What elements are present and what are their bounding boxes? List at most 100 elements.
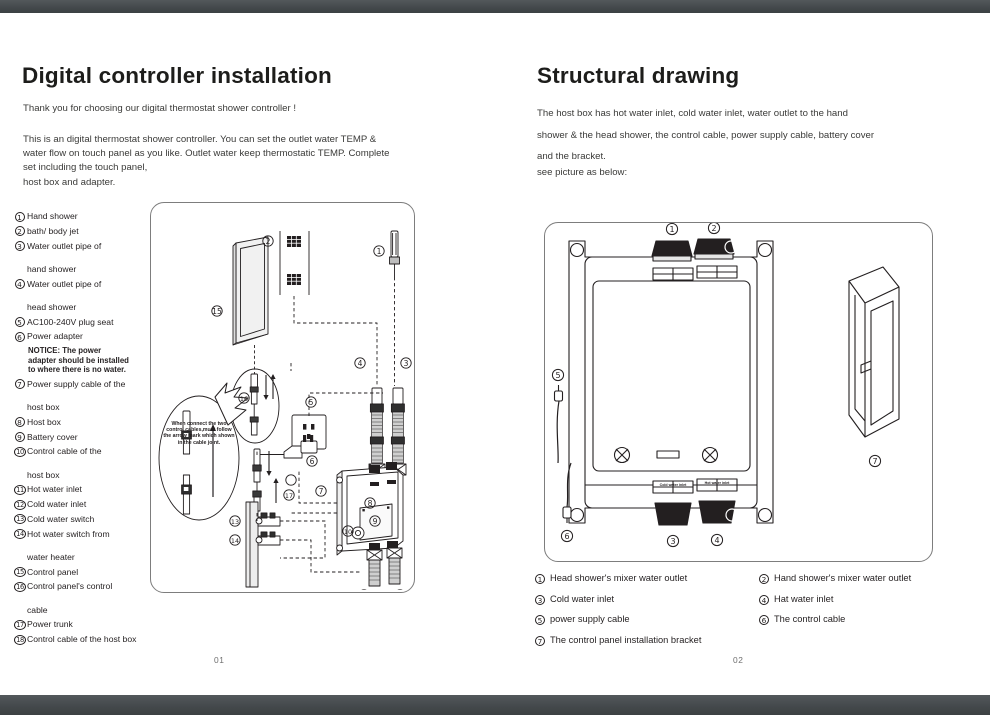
bottom-banner-bar bbox=[0, 695, 990, 715]
plug-seat-and-adapter bbox=[257, 414, 327, 459]
legend-number: 7 bbox=[14, 379, 25, 390]
legend-item: 6 The control cable bbox=[759, 610, 983, 628]
callout-text-box: When connect the two control cables,must… bbox=[163, 421, 234, 446]
legend-label: Control cable of the host box bbox=[27, 634, 137, 645]
legend-item: 17 Power trunk bbox=[14, 619, 154, 631]
legend-number: 16 bbox=[14, 581, 26, 593]
legend-item: 5 power supply cable bbox=[535, 610, 759, 628]
svg-text:1: 1 bbox=[377, 247, 382, 256]
legend-label: Hot water switch from water heater bbox=[27, 528, 110, 562]
legend-number: 13 bbox=[14, 514, 26, 525]
legend-item: 1 Hand shower bbox=[14, 211, 154, 223]
left-page-title: Digital controller installation bbox=[22, 63, 332, 88]
left-page-number: 01 bbox=[214, 655, 225, 665]
legend-item: 12 Cold water inlet bbox=[14, 499, 154, 511]
svg-text:2: 2 bbox=[711, 224, 716, 233]
legend-item: 1 Head shower's mixer water outlet bbox=[535, 569, 759, 587]
svg-text:6: 6 bbox=[310, 457, 315, 466]
water-inlets bbox=[366, 547, 403, 587]
svg-text:2: 2 bbox=[266, 237, 271, 246]
legend-number: 10 bbox=[14, 446, 26, 458]
legend-item: 2 bath/ body jet bbox=[14, 226, 154, 238]
legend-number: 9 bbox=[14, 432, 25, 443]
legend-number: 2 bbox=[14, 226, 25, 237]
host-box-face bbox=[584, 256, 758, 509]
left-page-column: Digital controller installation Thank yo… bbox=[0, 13, 495, 695]
legend-item: 8 Host box bbox=[14, 417, 154, 429]
legend-number: 6 bbox=[14, 331, 25, 343]
structural-diagram: 1 2 3 4 5 6 7 Cold water inlet Hot water… bbox=[551, 223, 900, 548]
svg-text:4: 4 bbox=[714, 536, 719, 545]
legend-number: 17 bbox=[14, 619, 26, 631]
legend-item: 4 Hat water inlet bbox=[759, 590, 983, 608]
top-banner-bar bbox=[0, 0, 990, 13]
legend-item: 14 Hot water switch from water heater bbox=[14, 529, 154, 564]
wall-switches bbox=[245, 501, 281, 588]
right-page-number: 02 bbox=[733, 655, 744, 665]
legend-item: 3 Cold water inlet bbox=[535, 590, 759, 608]
structural-diagram-frame: 1 2 3 4 5 6 7 Cold water inlet Hot water… bbox=[544, 222, 933, 562]
legend-item: 5 AC100-240V plug seat bbox=[14, 317, 154, 329]
legend-label: Hat water inlet bbox=[774, 593, 834, 604]
legend-item: 11 Hot water inlet bbox=[14, 484, 154, 496]
svg-text:3: 3 bbox=[404, 359, 409, 368]
installation-diagram-frame: 2 1 15 16 5 6 17 4 3 8 9 7 10 12 11 13 1 bbox=[150, 202, 415, 593]
legend-number: 7 bbox=[535, 631, 545, 649]
svg-text:7: 7 bbox=[872, 457, 877, 466]
svg-text:1: 1 bbox=[669, 225, 674, 234]
legend-item: 7 Power supply cable of the host box bbox=[14, 379, 154, 414]
legend-number: 3 bbox=[14, 241, 25, 252]
legend-item: 10 Control cable of the host box bbox=[14, 446, 154, 481]
legend-label: Control panel's control cable bbox=[27, 581, 113, 615]
left-body-text: This is an digital thermostat shower con… bbox=[23, 134, 390, 188]
left-intro-text: Thank you for choosing our digital therm… bbox=[23, 103, 297, 114]
legend-label: Head shower's mixer water outlet bbox=[550, 573, 688, 583]
svg-text:Hot water inlet: Hot water inlet bbox=[705, 481, 731, 485]
hot-water-switch bbox=[255, 531, 281, 546]
legend-label: power supply cable bbox=[550, 614, 630, 624]
legend-number: 15 bbox=[14, 567, 26, 578]
svg-text:6: 6 bbox=[564, 532, 569, 541]
legend-label: Water outlet pipe of head shower bbox=[27, 278, 102, 312]
legend-item: 13 Cold water switch bbox=[14, 514, 154, 526]
svg-text:5: 5 bbox=[555, 371, 560, 380]
legend-number: 11 bbox=[14, 484, 26, 496]
legend-number: 3 bbox=[535, 590, 545, 608]
manual-page: Digital controller installation Thank yo… bbox=[0, 13, 990, 695]
svg-text:3: 3 bbox=[670, 537, 675, 546]
legend-label: Control panel bbox=[27, 566, 79, 577]
see-picture-text: see picture as below: bbox=[537, 167, 628, 178]
svg-text:9: 9 bbox=[373, 517, 378, 526]
legend-item: 4 Water outlet pipe of head shower bbox=[14, 279, 154, 314]
body-jet-panel bbox=[279, 231, 310, 295]
legend-item: 18 Control cable of the host box bbox=[14, 634, 154, 646]
legend-label: Power supply cable of the host box bbox=[27, 378, 126, 413]
legend-number: 12 bbox=[14, 499, 26, 511]
legend-label: Battery cover bbox=[27, 431, 78, 442]
legend-item: 16 Control panel's control cable bbox=[14, 581, 154, 616]
hand-shower-head bbox=[389, 230, 400, 277]
right-page-title: Structural drawing bbox=[537, 63, 740, 88]
legend-item: 6 Power adapter bbox=[14, 331, 154, 343]
outlet-pipes bbox=[368, 387, 407, 476]
legend-number: 2 bbox=[759, 569, 769, 587]
legend-item: 15 Control panel bbox=[14, 567, 154, 579]
installation-bracket bbox=[848, 266, 900, 438]
right-body-text: The host box has hot water inlet, cold w… bbox=[537, 108, 875, 162]
left-legend-list: 1 Hand shower 2 bath/ body jet 3 Water o… bbox=[14, 211, 154, 649]
legend-number: 1 bbox=[14, 211, 25, 223]
legend-label: The control panel installation bracket bbox=[550, 634, 702, 645]
legend-label: Host box bbox=[27, 416, 61, 427]
svg-text:4: 4 bbox=[358, 359, 363, 368]
power-adapter-notice: NOTICE: The power adapter should be inst… bbox=[28, 346, 129, 375]
legend-item: 3 Water outlet pipe of hand shower bbox=[14, 241, 154, 276]
svg-text:Cold water inlet: Cold water inlet bbox=[660, 483, 688, 487]
svg-text:15: 15 bbox=[212, 307, 222, 316]
legend-label: AC100-240V plug seat bbox=[27, 316, 114, 327]
legend-label: Hot water inlet bbox=[27, 484, 82, 495]
legend-item: 2 Hand shower's mixer water outlet bbox=[759, 569, 983, 587]
svg-text:16: 16 bbox=[240, 395, 248, 403]
installation-diagram: 2 1 15 16 5 6 17 4 3 8 9 7 10 12 11 13 1 bbox=[158, 230, 412, 590]
svg-text:8: 8 bbox=[368, 499, 373, 508]
legend-number: 6 bbox=[759, 610, 769, 628]
